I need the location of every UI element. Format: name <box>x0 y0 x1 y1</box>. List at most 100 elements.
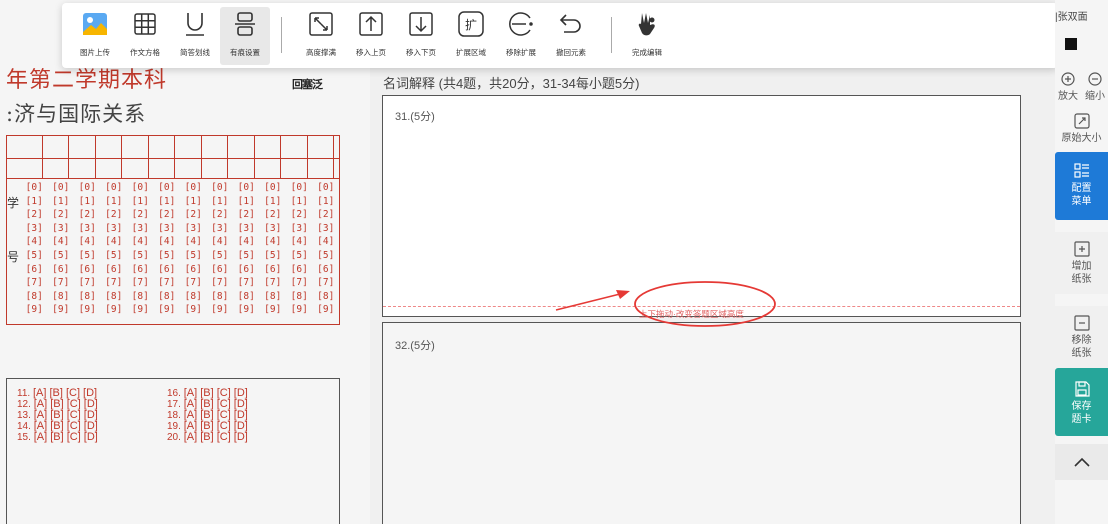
id-digit-bubble[interactable]: [9] <box>286 304 313 315</box>
id-digit-bubble[interactable]: [8] <box>286 291 313 302</box>
id-digit-bubble[interactable]: [5] <box>286 250 313 261</box>
id-digit-bubble[interactable]: [8] <box>180 291 207 302</box>
id-digit-bubble[interactable]: [1] <box>21 196 48 207</box>
id-digit-bubble[interactable]: [8] <box>74 291 101 302</box>
id-digit-bubble[interactable]: [2] <box>127 209 154 220</box>
id-digit-bubble[interactable]: [0] <box>313 182 340 193</box>
id-digit-bubble[interactable]: [1] <box>127 196 154 207</box>
id-digit-bubble[interactable]: [6] <box>127 264 154 275</box>
id-digit-bubble[interactable]: [9] <box>48 304 75 315</box>
id-digit-bubble[interactable]: [1] <box>180 196 207 207</box>
id-digit-bubble[interactable]: [2] <box>286 209 313 220</box>
id-digit-bubble[interactable]: [3] <box>127 223 154 234</box>
choice-options[interactable]: [A] [B] [C] [D] <box>184 431 248 443</box>
id-digit-bubble[interactable]: [6] <box>154 264 181 275</box>
id-digit-bubble[interactable]: [9] <box>260 304 287 315</box>
id-digit-bubble[interactable]: [5] <box>260 250 287 261</box>
id-digit-bubble[interactable]: [4] <box>207 236 234 247</box>
id-digit-bubble[interactable]: [2] <box>154 209 181 220</box>
id-digit-bubble[interactable]: [1] <box>207 196 234 207</box>
id-digit-bubble[interactable]: [9] <box>74 304 101 315</box>
id-digit-bubble[interactable]: [9] <box>101 304 128 315</box>
id-digit-bubble[interactable]: [3] <box>21 223 48 234</box>
id-digit-bubble[interactable]: [2] <box>207 209 234 220</box>
id-digit-bubble[interactable]: [8] <box>260 291 287 302</box>
answer-area-q32[interactable]: 32.(5分) <box>382 322 1021 524</box>
id-digit-bubble[interactable]: [4] <box>286 236 313 247</box>
id-digit-bubble[interactable]: [6] <box>260 264 287 275</box>
id-digit-bubble[interactable]: [3] <box>233 223 260 234</box>
remove-sheet-button[interactable]: 移除纸张 <box>1055 306 1108 368</box>
finish-editing-button[interactable]: 完成编辑 <box>622 7 672 65</box>
answer-lines-button[interactable]: 简答划线 <box>170 7 220 65</box>
id-digit-bubble[interactable]: [3] <box>180 223 207 234</box>
id-digit-bubble[interactable]: [0] <box>260 182 287 193</box>
id-digit-bubble[interactable]: [1] <box>286 196 313 207</box>
image-upload-button[interactable]: 图片上传 <box>70 7 120 65</box>
answer-area-q31[interactable]: 31.(5分) 上下拖动·改变答题区域高度 <box>382 95 1021 319</box>
id-digit-bubble[interactable]: [1] <box>74 196 101 207</box>
zoom-out-button[interactable]: 缩小 <box>1082 70 1108 103</box>
id-digit-bubble[interactable]: [7] <box>101 277 128 288</box>
id-digit-bubble[interactable]: [1] <box>154 196 181 207</box>
id-digit-bubble[interactable]: [4] <box>127 236 154 247</box>
id-digit-bubble[interactable]: [5] <box>233 250 260 261</box>
move-to-next-page-button[interactable]: 移入下页 <box>396 7 446 65</box>
resize-handle[interactable] <box>383 306 1020 307</box>
id-digit-bubble[interactable]: [0] <box>233 182 260 193</box>
id-digit-bubble[interactable]: [3] <box>313 223 340 234</box>
id-digit-bubble[interactable]: [2] <box>233 209 260 220</box>
id-digit-bubble[interactable]: [3] <box>286 223 313 234</box>
id-digit-bubble[interactable]: [4] <box>21 236 48 247</box>
id-digit-bubble[interactable]: [6] <box>21 264 48 275</box>
id-digit-bubble[interactable]: [2] <box>260 209 287 220</box>
id-digit-bubble[interactable]: [3] <box>48 223 75 234</box>
id-digit-bubble[interactable]: [4] <box>154 236 181 247</box>
config-menu-button[interactable]: 配置菜单 <box>1055 152 1108 220</box>
id-digit-bubble[interactable]: [0] <box>48 182 75 193</box>
id-digit-bubble[interactable]: [8] <box>101 291 128 302</box>
id-digit-bubble[interactable]: [9] <box>233 304 260 315</box>
id-digit-bubble[interactable]: [8] <box>207 291 234 302</box>
add-sheet-button[interactable]: 增加纸张 <box>1055 232 1108 294</box>
choice-row[interactable]: 20. [A] [B] [C] [D] <box>167 431 248 443</box>
id-digit-bubble[interactable]: [2] <box>101 209 128 220</box>
id-digit-bubble[interactable]: [2] <box>313 209 340 220</box>
id-digit-bubble[interactable]: [7] <box>180 277 207 288</box>
id-digit-bubble[interactable]: [4] <box>260 236 287 247</box>
id-digit-bubble[interactable]: [3] <box>154 223 181 234</box>
id-digit-bubble[interactable]: [7] <box>207 277 234 288</box>
id-digit-bubble[interactable]: [9] <box>127 304 154 315</box>
id-digit-bubble[interactable]: [6] <box>48 264 75 275</box>
choice-options[interactable]: [A] [B] [C] [D] <box>34 431 98 443</box>
zoom-in-button[interactable]: 放大 <box>1055 70 1081 103</box>
id-digit-bubble[interactable]: [8] <box>127 291 154 302</box>
id-digit-bubble[interactable]: [3] <box>207 223 234 234</box>
id-digit-bubble[interactable]: [6] <box>74 264 101 275</box>
id-digit-bubble[interactable]: [4] <box>48 236 75 247</box>
id-digit-bubble[interactable]: [5] <box>180 250 207 261</box>
id-digit-bubble[interactable]: [4] <box>313 236 340 247</box>
id-digit-bubble[interactable]: [5] <box>74 250 101 261</box>
id-digit-bubble[interactable]: [6] <box>286 264 313 275</box>
id-digit-bubble[interactable]: [4] <box>233 236 260 247</box>
id-digit-bubble[interactable]: [5] <box>127 250 154 261</box>
id-digit-bubble[interactable]: [0] <box>207 182 234 193</box>
trace-settings-button[interactable]: 有痕设置 <box>220 7 270 65</box>
id-digit-bubble[interactable]: [4] <box>101 236 128 247</box>
remove-extend-button[interactable]: 移除扩展 <box>496 7 546 65</box>
id-digit-bubble[interactable]: [2] <box>180 209 207 220</box>
id-digit-bubble[interactable]: [7] <box>127 277 154 288</box>
id-digit-bubble[interactable]: [6] <box>313 264 340 275</box>
id-digit-bubble[interactable]: [1] <box>48 196 75 207</box>
move-to-prev-page-button[interactable]: 移入上页 <box>346 7 396 65</box>
id-digit-bubble[interactable]: [1] <box>101 196 128 207</box>
id-digit-bubble[interactable]: [0] <box>154 182 181 193</box>
id-digit-bubble[interactable]: [5] <box>101 250 128 261</box>
extend-area-button[interactable]: 扩 扩展区域 <box>446 7 496 65</box>
id-digit-bubble[interactable]: [7] <box>313 277 340 288</box>
id-digit-bubble[interactable]: [7] <box>286 277 313 288</box>
id-digit-bubble[interactable]: [2] <box>74 209 101 220</box>
id-digit-bubble[interactable]: [0] <box>101 182 128 193</box>
id-digit-bubble[interactable]: [6] <box>233 264 260 275</box>
